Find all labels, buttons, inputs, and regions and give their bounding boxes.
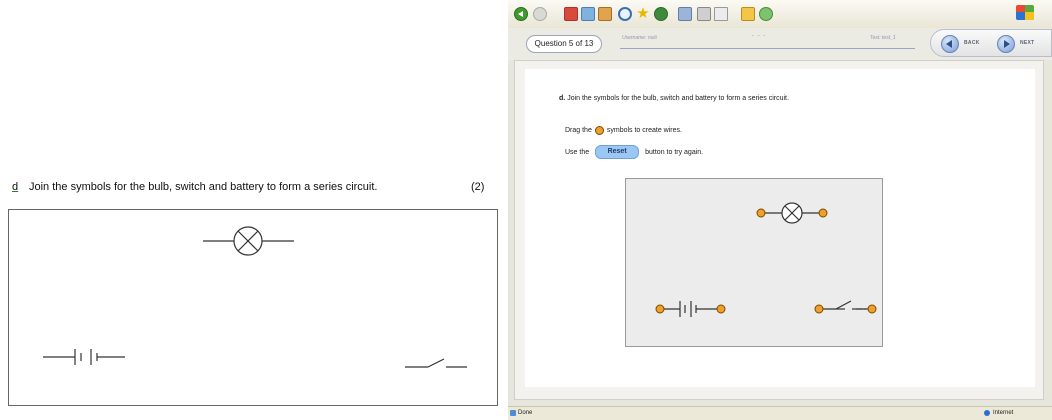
mail-icon[interactable]	[678, 7, 692, 21]
question-page: d. Join the symbols for the bulb, switch…	[514, 60, 1044, 400]
back-icon[interactable]	[514, 7, 528, 21]
next-button-label: NEXT	[1020, 40, 1035, 46]
battery-left-connector[interactable]	[655, 304, 665, 314]
switch-right-connector[interactable]	[867, 304, 877, 314]
refresh-icon[interactable]	[581, 7, 595, 21]
search-icon[interactable]	[618, 7, 632, 21]
question-text: Join the symbols for the bulb, switch an…	[567, 95, 789, 102]
reset-instruction-suffix: button to try again.	[645, 148, 704, 156]
folder-icon[interactable]	[741, 7, 755, 21]
test-header: Question 5 of 13 Username: nuiii - - - T…	[508, 28, 1052, 60]
browser-window: ★ Question 5 of 13 Username: nuiii - - -…	[508, 0, 1052, 420]
reset-button[interactable]: Reset	[595, 145, 640, 159]
reset-instruction-prefix: Use the	[565, 148, 590, 156]
switch-symbol	[835, 300, 866, 310]
stop-icon[interactable]	[564, 7, 578, 21]
back-button-label: BACK	[964, 40, 980, 46]
bulb-right-connector[interactable]	[818, 208, 828, 218]
bulb-symbol	[761, 202, 823, 224]
print-icon[interactable]	[697, 7, 711, 21]
next-arrow-icon	[997, 35, 1015, 53]
reset-instruction: Use the Reset button to try again.	[565, 145, 703, 159]
question-counter-tab[interactable]: Question 5 of 13	[526, 35, 602, 53]
messenger-icon[interactable]	[759, 7, 773, 21]
switch-left-connector[interactable]	[814, 304, 824, 314]
navigation-controls: BACK NEXT	[930, 29, 1052, 57]
paper-question-letter: d	[12, 181, 19, 193]
drag-instruction-prefix: Drag the	[565, 127, 592, 134]
question-prompt: d. Join the symbols for the bulb, switch…	[559, 95, 799, 103]
status-bar: Done Internet	[508, 406, 1052, 420]
question-label: d.	[559, 95, 566, 102]
connector-dot-icon	[594, 126, 604, 135]
paper-question-marks: (2)	[471, 181, 485, 193]
internet-zone-icon	[984, 410, 990, 416]
username-label: Username: nuiii	[622, 35, 657, 41]
circuit-canvas	[655, 202, 877, 317]
paper-circuit-box	[8, 209, 498, 406]
security-zone-label: Internet	[993, 410, 1014, 416]
battery-symbol	[660, 301, 721, 317]
windows-logo-icon	[1016, 5, 1034, 20]
header-dots: - - -	[752, 33, 767, 39]
question-panel: d. Join the symbols for the bulb, switch…	[525, 69, 1035, 387]
home-icon[interactable]	[598, 7, 612, 21]
drag-instruction-suffix: symbols to create wires.	[606, 127, 682, 134]
paper-switch-symbol	[405, 358, 467, 368]
battery-right-connector[interactable]	[716, 304, 726, 314]
paper-battery-symbol	[43, 349, 125, 365]
page-scroll-track	[1044, 60, 1052, 400]
next-button[interactable]: NEXT	[997, 35, 1049, 53]
back-arrow-icon	[941, 35, 959, 53]
paper-question-text: Join the symbols for the bulb, switch an…	[29, 181, 378, 193]
bulb-left-connector[interactable]	[756, 208, 766, 218]
paper-bulb-symbol	[203, 226, 294, 256]
status-text: Done	[518, 410, 533, 416]
browser-toolbar: ★	[508, 0, 1052, 29]
forward-icon[interactable]	[533, 7, 547, 21]
paper-circuit-diagram	[43, 226, 467, 368]
header-divider	[620, 48, 915, 49]
history-icon[interactable]	[654, 7, 668, 21]
back-button[interactable]: BACK	[941, 35, 993, 53]
circuit-workspace[interactable]	[625, 178, 883, 347]
test-name-label: Test: test_1	[870, 35, 896, 41]
page-done-icon	[510, 410, 516, 416]
favorites-icon[interactable]: ★	[636, 6, 650, 21]
edit-icon[interactable]	[714, 7, 728, 21]
drag-instruction: Drag the symbols to create wires.	[565, 126, 682, 135]
